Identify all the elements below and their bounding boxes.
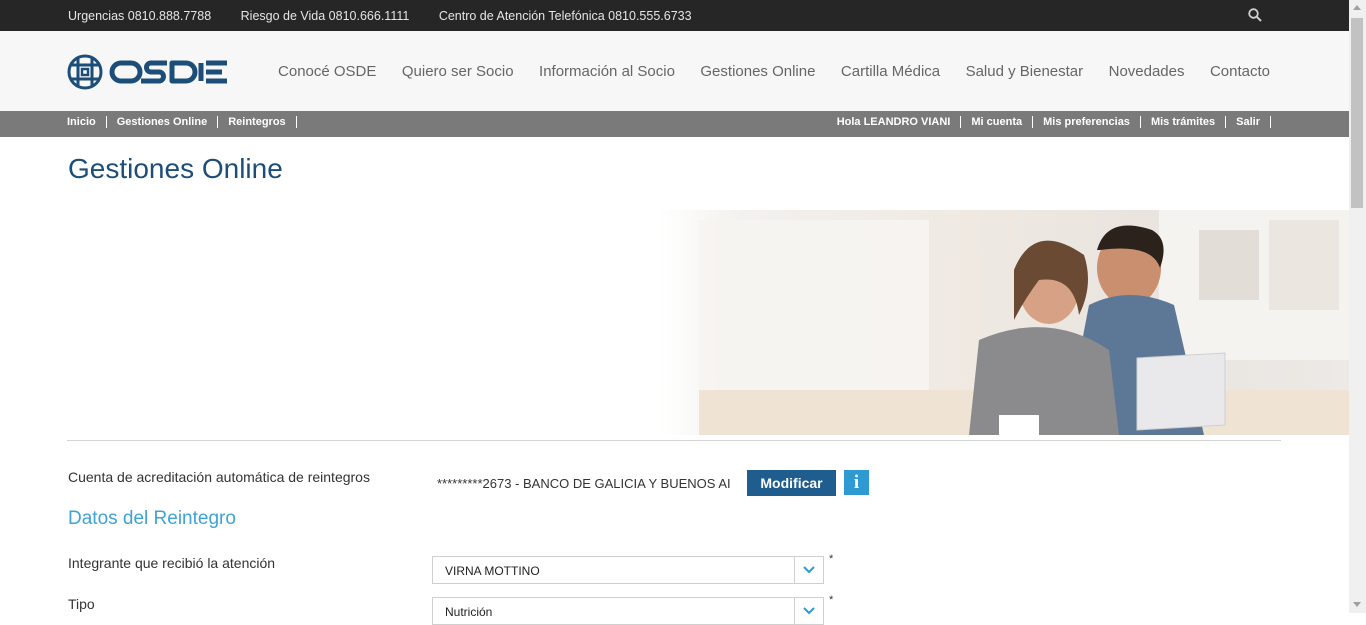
phone-urgencias: Urgencias 0810.888.7788 (68, 9, 212, 23)
modify-account-button[interactable]: Modificar (747, 470, 836, 496)
osde-logo[interactable] (67, 53, 229, 91)
info-icon[interactable]: i (844, 470, 869, 495)
mis-preferencias-link[interactable]: Mis preferencias (1033, 116, 1141, 128)
breadcrumb-reintegros[interactable]: Reintegros (218, 116, 297, 128)
chevron-down-icon[interactable] (794, 557, 823, 583)
nav-quiero-ser-socio[interactable]: Quiero ser Socio (402, 63, 514, 80)
scroll-up-icon[interactable] (1353, 5, 1361, 10)
member-select[interactable]: VIRNA MOTTINO (432, 556, 824, 584)
page-scrollbar[interactable] (1349, 0, 1366, 613)
phone-riesgo-de-vida: Riesgo de Vida 0810.666.1111 (240, 9, 410, 23)
nav-informacion-al-socio[interactable]: Información al Socio (539, 63, 675, 80)
nav-cartilla-medica[interactable]: Cartilla Médica (841, 63, 940, 80)
user-menu: Hola LEANDRO VIANI Mi cuenta Mis preferenc… (827, 116, 1271, 128)
section-title: Datos del Reintegro (68, 508, 236, 529)
phone-atencion: Centro de Atención Telefónica 0810.555.6… (438, 9, 692, 23)
required-marker: * (829, 553, 834, 565)
nav-salud-y-bienestar[interactable]: Salud y Bienestar (966, 63, 1084, 80)
nav-novedades[interactable]: Novedades (1109, 63, 1185, 80)
required-marker: * (829, 594, 834, 606)
type-select-value: Nutrición (445, 605, 493, 619)
salir-link[interactable]: Salir (1226, 116, 1271, 128)
type-label: Tipo (68, 596, 95, 612)
scroll-down-icon[interactable] (1353, 602, 1361, 607)
user-greeting: Hola LEANDRO VIANI (827, 116, 962, 128)
couple-laptop-illustration (699, 210, 1349, 435)
member-label: Integrante que recibió la atención (68, 555, 276, 571)
breadcrumb-gestiones-online[interactable]: Gestiones Online (107, 116, 219, 128)
emergency-phones: Urgencias 0810.888.7788 Riesgo de Vida 0… (68, 9, 718, 23)
member-select-value: VIRNA MOTTINO (445, 564, 540, 578)
account-label: Cuenta de acreditación automática de rei… (68, 469, 370, 485)
breadcrumb: Inicio Gestiones Online Reintegros (67, 116, 297, 128)
site-header: Conocé OSDE Quiero ser Socio Información… (0, 31, 1349, 111)
scrollbar-thumb[interactable] (1351, 18, 1363, 208)
breadcrumb-inicio[interactable]: Inicio (67, 116, 107, 128)
chevron-down-icon[interactable] (794, 598, 823, 624)
main-navigation: Conocé OSDE Quiero ser Socio Información… (257, 63, 1270, 81)
nav-contacto[interactable]: Contacto (1210, 63, 1270, 80)
search-icon[interactable] (1248, 8, 1262, 22)
account-value: *********2673 - BANCO DE GALICIA Y BUENO… (437, 476, 731, 491)
top-utility-bar: Urgencias 0810.888.7788 Riesgo de Vida 0… (0, 0, 1349, 31)
mi-cuenta-link[interactable]: Mi cuenta (961, 116, 1034, 128)
hero-image (659, 210, 1349, 435)
mis-tramites-link[interactable]: Mis trámites (1141, 116, 1227, 128)
page-title: Gestiones Online (68, 153, 283, 184)
nav-conoce-osde[interactable]: Conocé OSDE (278, 63, 376, 80)
type-select[interactable]: Nutrición (432, 597, 824, 625)
breadcrumb-bar: Inicio Gestiones Online Reintegros Hola LE… (0, 111, 1349, 137)
nav-gestiones-online[interactable]: Gestiones Online (700, 63, 815, 80)
section-divider (67, 440, 1281, 441)
